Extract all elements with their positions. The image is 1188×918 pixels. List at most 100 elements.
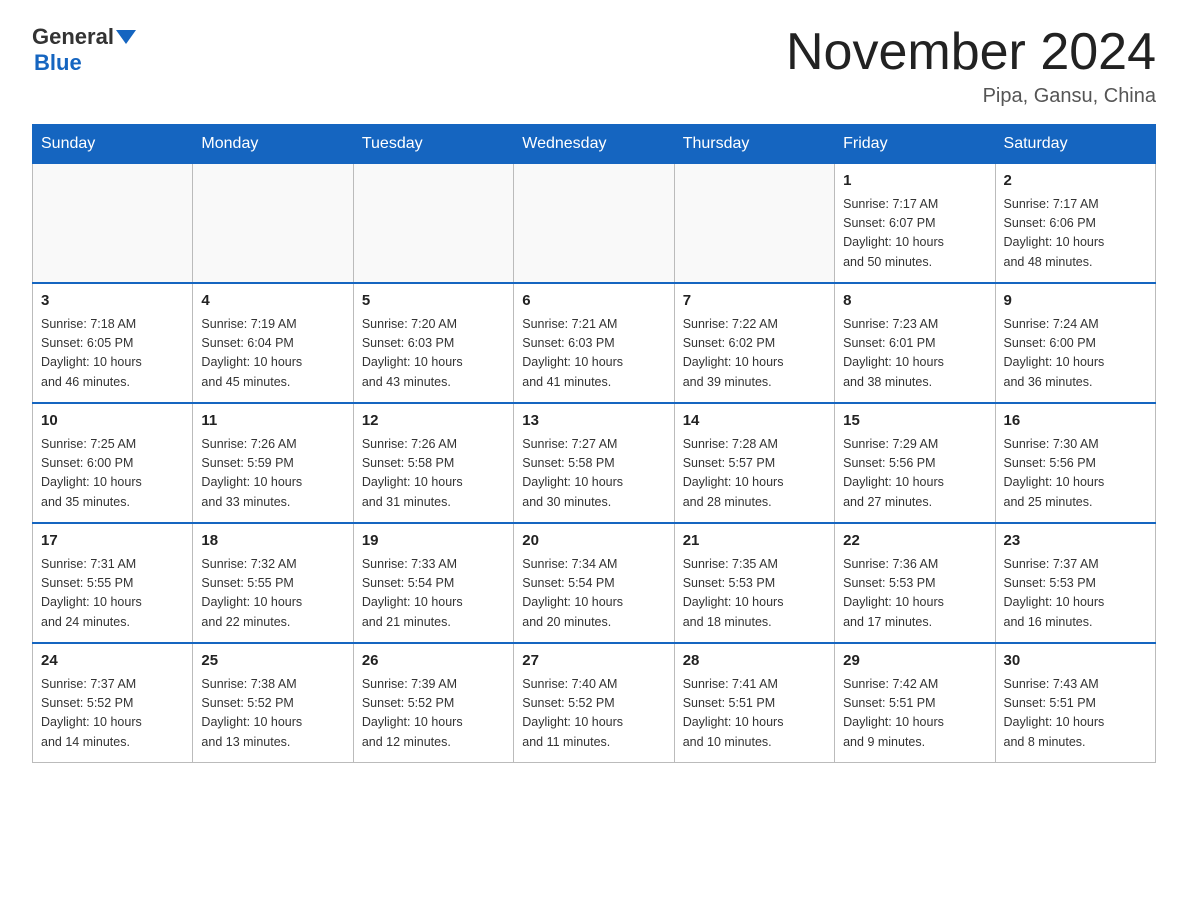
weekday-header-friday: Friday xyxy=(835,125,995,164)
day-info: Sunrise: 7:22 AM Sunset: 6:02 PM Dayligh… xyxy=(683,315,826,393)
calendar-cell xyxy=(353,164,513,284)
day-info: Sunrise: 7:19 AM Sunset: 6:04 PM Dayligh… xyxy=(201,315,344,393)
calendar-cell: 27Sunrise: 7:40 AM Sunset: 5:52 PM Dayli… xyxy=(514,643,674,763)
calendar-week-row: 10Sunrise: 7:25 AM Sunset: 6:00 PM Dayli… xyxy=(33,403,1156,523)
calendar-cell: 7Sunrise: 7:22 AM Sunset: 6:02 PM Daylig… xyxy=(674,283,834,403)
day-info: Sunrise: 7:27 AM Sunset: 5:58 PM Dayligh… xyxy=(522,435,665,513)
day-number: 3 xyxy=(41,290,184,313)
calendar-cell: 24Sunrise: 7:37 AM Sunset: 5:52 PM Dayli… xyxy=(33,643,193,763)
day-number: 1 xyxy=(843,170,986,193)
day-info: Sunrise: 7:23 AM Sunset: 6:01 PM Dayligh… xyxy=(843,315,986,393)
calendar-table: SundayMondayTuesdayWednesdayThursdayFrid… xyxy=(32,124,1156,763)
calendar-cell: 30Sunrise: 7:43 AM Sunset: 5:51 PM Dayli… xyxy=(995,643,1155,763)
day-info: Sunrise: 7:21 AM Sunset: 6:03 PM Dayligh… xyxy=(522,315,665,393)
day-number: 11 xyxy=(201,410,344,433)
day-info: Sunrise: 7:30 AM Sunset: 5:56 PM Dayligh… xyxy=(1004,435,1147,513)
day-number: 6 xyxy=(522,290,665,313)
day-number: 18 xyxy=(201,530,344,553)
day-info: Sunrise: 7:26 AM Sunset: 5:58 PM Dayligh… xyxy=(362,435,505,513)
calendar-cell xyxy=(674,164,834,284)
day-number: 2 xyxy=(1004,170,1147,193)
day-number: 7 xyxy=(683,290,826,313)
day-info: Sunrise: 7:42 AM Sunset: 5:51 PM Dayligh… xyxy=(843,675,986,753)
day-info: Sunrise: 7:37 AM Sunset: 5:53 PM Dayligh… xyxy=(1004,555,1147,633)
calendar-cell: 6Sunrise: 7:21 AM Sunset: 6:03 PM Daylig… xyxy=(514,283,674,403)
calendar-week-row: 1Sunrise: 7:17 AM Sunset: 6:07 PM Daylig… xyxy=(33,164,1156,284)
weekday-header-thursday: Thursday xyxy=(674,125,834,164)
calendar-cell: 3Sunrise: 7:18 AM Sunset: 6:05 PM Daylig… xyxy=(33,283,193,403)
day-info: Sunrise: 7:33 AM Sunset: 5:54 PM Dayligh… xyxy=(362,555,505,633)
day-info: Sunrise: 7:41 AM Sunset: 5:51 PM Dayligh… xyxy=(683,675,826,753)
day-number: 4 xyxy=(201,290,344,313)
logo: General Blue xyxy=(32,24,138,76)
day-number: 23 xyxy=(1004,530,1147,553)
day-info: Sunrise: 7:17 AM Sunset: 6:06 PM Dayligh… xyxy=(1004,195,1147,273)
weekday-header-monday: Monday xyxy=(193,125,353,164)
calendar-cell xyxy=(514,164,674,284)
calendar-cell: 12Sunrise: 7:26 AM Sunset: 5:58 PM Dayli… xyxy=(353,403,513,523)
calendar-cell: 28Sunrise: 7:41 AM Sunset: 5:51 PM Dayli… xyxy=(674,643,834,763)
day-number: 9 xyxy=(1004,290,1147,313)
day-number: 13 xyxy=(522,410,665,433)
calendar-cell: 16Sunrise: 7:30 AM Sunset: 5:56 PM Dayli… xyxy=(995,403,1155,523)
day-info: Sunrise: 7:25 AM Sunset: 6:00 PM Dayligh… xyxy=(41,435,184,513)
day-number: 29 xyxy=(843,650,986,673)
day-info: Sunrise: 7:36 AM Sunset: 5:53 PM Dayligh… xyxy=(843,555,986,633)
day-number: 17 xyxy=(41,530,184,553)
weekday-header-saturday: Saturday xyxy=(995,125,1155,164)
logo-general-text: General xyxy=(32,24,114,50)
day-info: Sunrise: 7:29 AM Sunset: 5:56 PM Dayligh… xyxy=(843,435,986,513)
calendar-header-row: SundayMondayTuesdayWednesdayThursdayFrid… xyxy=(33,125,1156,164)
day-number: 12 xyxy=(362,410,505,433)
day-info: Sunrise: 7:28 AM Sunset: 5:57 PM Dayligh… xyxy=(683,435,826,513)
day-number: 25 xyxy=(201,650,344,673)
day-info: Sunrise: 7:18 AM Sunset: 6:05 PM Dayligh… xyxy=(41,315,184,393)
calendar-cell: 8Sunrise: 7:23 AM Sunset: 6:01 PM Daylig… xyxy=(835,283,995,403)
day-number: 24 xyxy=(41,650,184,673)
calendar-cell: 22Sunrise: 7:36 AM Sunset: 5:53 PM Dayli… xyxy=(835,523,995,643)
day-info: Sunrise: 7:20 AM Sunset: 6:03 PM Dayligh… xyxy=(362,315,505,393)
day-number: 5 xyxy=(362,290,505,313)
day-info: Sunrise: 7:43 AM Sunset: 5:51 PM Dayligh… xyxy=(1004,675,1147,753)
page-header: General Blue November 2024 Pipa, Gansu, … xyxy=(32,24,1156,108)
calendar-cell: 19Sunrise: 7:33 AM Sunset: 5:54 PM Dayli… xyxy=(353,523,513,643)
day-info: Sunrise: 7:38 AM Sunset: 5:52 PM Dayligh… xyxy=(201,675,344,753)
weekday-header-sunday: Sunday xyxy=(33,125,193,164)
day-number: 27 xyxy=(522,650,665,673)
logo-blue-text: Blue xyxy=(34,50,82,75)
logo-arrow-icon xyxy=(116,30,136,44)
day-info: Sunrise: 7:34 AM Sunset: 5:54 PM Dayligh… xyxy=(522,555,665,633)
calendar-week-row: 24Sunrise: 7:37 AM Sunset: 5:52 PM Dayli… xyxy=(33,643,1156,763)
month-title: November 2024 xyxy=(786,24,1156,81)
day-info: Sunrise: 7:40 AM Sunset: 5:52 PM Dayligh… xyxy=(522,675,665,753)
day-number: 16 xyxy=(1004,410,1147,433)
day-info: Sunrise: 7:35 AM Sunset: 5:53 PM Dayligh… xyxy=(683,555,826,633)
day-number: 30 xyxy=(1004,650,1147,673)
day-info: Sunrise: 7:31 AM Sunset: 5:55 PM Dayligh… xyxy=(41,555,184,633)
day-number: 21 xyxy=(683,530,826,553)
location-text: Pipa, Gansu, China xyxy=(786,85,1156,108)
calendar-cell: 15Sunrise: 7:29 AM Sunset: 5:56 PM Dayli… xyxy=(835,403,995,523)
weekday-header-tuesday: Tuesday xyxy=(353,125,513,164)
day-info: Sunrise: 7:24 AM Sunset: 6:00 PM Dayligh… xyxy=(1004,315,1147,393)
day-info: Sunrise: 7:32 AM Sunset: 5:55 PM Dayligh… xyxy=(201,555,344,633)
day-number: 22 xyxy=(843,530,986,553)
day-number: 14 xyxy=(683,410,826,433)
day-number: 15 xyxy=(843,410,986,433)
calendar-cell xyxy=(33,164,193,284)
calendar-cell: 5Sunrise: 7:20 AM Sunset: 6:03 PM Daylig… xyxy=(353,283,513,403)
calendar-week-row: 17Sunrise: 7:31 AM Sunset: 5:55 PM Dayli… xyxy=(33,523,1156,643)
calendar-cell: 20Sunrise: 7:34 AM Sunset: 5:54 PM Dayli… xyxy=(514,523,674,643)
calendar-week-row: 3Sunrise: 7:18 AM Sunset: 6:05 PM Daylig… xyxy=(33,283,1156,403)
calendar-cell: 11Sunrise: 7:26 AM Sunset: 5:59 PM Dayli… xyxy=(193,403,353,523)
calendar-cell: 2Sunrise: 7:17 AM Sunset: 6:06 PM Daylig… xyxy=(995,164,1155,284)
day-info: Sunrise: 7:17 AM Sunset: 6:07 PM Dayligh… xyxy=(843,195,986,273)
calendar-cell: 29Sunrise: 7:42 AM Sunset: 5:51 PM Dayli… xyxy=(835,643,995,763)
calendar-cell: 17Sunrise: 7:31 AM Sunset: 5:55 PM Dayli… xyxy=(33,523,193,643)
calendar-cell: 18Sunrise: 7:32 AM Sunset: 5:55 PM Dayli… xyxy=(193,523,353,643)
calendar-cell: 4Sunrise: 7:19 AM Sunset: 6:04 PM Daylig… xyxy=(193,283,353,403)
day-number: 28 xyxy=(683,650,826,673)
day-info: Sunrise: 7:39 AM Sunset: 5:52 PM Dayligh… xyxy=(362,675,505,753)
calendar-cell: 26Sunrise: 7:39 AM Sunset: 5:52 PM Dayli… xyxy=(353,643,513,763)
calendar-cell: 21Sunrise: 7:35 AM Sunset: 5:53 PM Dayli… xyxy=(674,523,834,643)
